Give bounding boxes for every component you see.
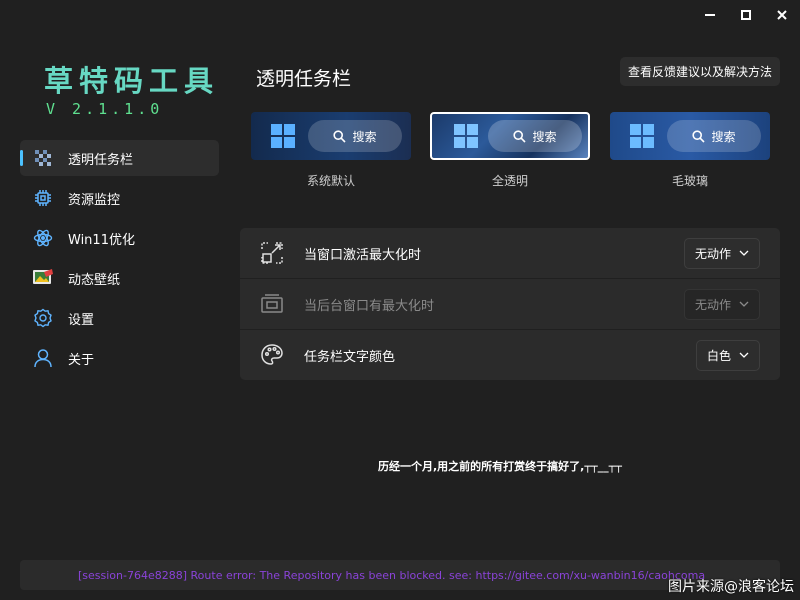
chevron-down-icon	[739, 250, 749, 256]
maximize-button[interactable]	[728, 0, 764, 30]
sidebar-item-label: 透明任务栏	[68, 152, 134, 168]
minimize-button[interactable]	[692, 0, 728, 30]
atom-icon	[32, 227, 54, 249]
gear-icon	[32, 307, 54, 329]
window-controls	[692, 0, 800, 30]
app-title: 草特码工具	[44, 64, 220, 98]
dropdown-value: 无动作	[695, 247, 732, 261]
preview-frosted-glass[interactable]: 搜索	[610, 112, 770, 160]
sidebar-item-label: Win11优化	[68, 232, 135, 248]
preview-full-transparent[interactable]: 搜索	[430, 112, 590, 160]
sidebar-nav: 透明任务栏 资源监控 Win11优化 动态壁纸 设置 关于	[20, 140, 219, 380]
setting-label: 当后台窗口有最大化时	[304, 298, 435, 314]
preview-system-default[interactable]: 搜索	[251, 112, 411, 160]
preview-search-box: 搜索	[667, 120, 761, 152]
setting-row-text-color: 任务栏文字颜色 白色	[240, 330, 780, 380]
chevron-down-icon	[739, 352, 749, 358]
palette-icon	[261, 344, 283, 365]
background-maximized-dropdown[interactable]: 无动作	[684, 289, 760, 320]
preview-search-label: 搜索	[532, 129, 557, 144]
settings-panel: 当窗口激活最大化时 无动作 当后台窗口有最大化时 无动作 任务栏文字颜色 白色	[240, 228, 780, 380]
chip-icon	[32, 187, 54, 209]
sidebar-item-win11-optimize[interactable]: Win11优化	[20, 220, 219, 256]
text-color-dropdown[interactable]: 白色	[696, 340, 760, 371]
maximize-window-icon	[261, 242, 283, 264]
preview-search-label: 搜索	[711, 129, 736, 144]
maximize-icon	[741, 10, 751, 20]
sidebar-item-transparent-taskbar[interactable]: 透明任务栏	[20, 140, 219, 176]
status-error-text: [session-764e8288] Route error: The Repo…	[78, 569, 706, 582]
feedback-button[interactable]: 查看反馈建议以及解决方法	[620, 57, 780, 86]
setting-label: 当窗口激活最大化时	[304, 247, 422, 263]
status-bar: [session-764e8288] Route error: The Repo…	[20, 560, 780, 590]
taskbar-icon	[32, 147, 54, 169]
close-button[interactable]	[764, 0, 800, 30]
watermark: 图片来源@浪客论坛	[668, 579, 794, 595]
close-icon	[777, 10, 787, 20]
preview-label: 全透明	[491, 174, 528, 188]
dropdown-value: 无动作	[695, 298, 732, 312]
windows-logo-icon	[454, 124, 478, 148]
setting-label: 任务栏文字颜色	[304, 349, 396, 365]
setting-row-active-maximized: 当窗口激活最大化时 无动作	[240, 228, 780, 278]
search-icon	[513, 129, 527, 143]
sidebar-item-about[interactable]: 关于	[20, 340, 219, 376]
preview-search-box: 搜索	[488, 120, 582, 152]
sidebar-item-label: 关于	[68, 352, 95, 368]
minimize-icon	[705, 14, 715, 16]
sidebar-item-resource-monitor[interactable]: 资源监控	[20, 180, 219, 216]
active-maximized-dropdown[interactable]: 无动作	[684, 238, 760, 269]
sidebar-item-dynamic-wallpaper[interactable]: 动态壁纸	[20, 260, 219, 296]
windows-logo-icon	[271, 124, 295, 148]
setting-row-background-maximized: 当后台窗口有最大化时 无动作	[240, 279, 780, 329]
background-window-icon	[261, 294, 283, 313]
sidebar-item-label: 资源监控	[68, 192, 121, 208]
page-title: 透明任务栏	[256, 68, 352, 90]
dropdown-value: 白色	[707, 349, 732, 363]
user-icon	[32, 347, 54, 369]
overlay-message: 历经一个月,用之前的所有打赏终于搞好了,┬┬__┬┬	[378, 460, 622, 473]
preview-search-box: 搜索	[308, 120, 402, 152]
sidebar-item-label: 动态壁纸	[68, 272, 121, 288]
sidebar: 草特码工具 V 2.1.1.0 透明任务栏 资源监控 Win11优化 动态壁纸 …	[0, 0, 230, 560]
app-version: V 2.1.1.0	[46, 100, 164, 118]
search-icon	[692, 129, 706, 143]
preview-label: 毛玻璃	[671, 174, 708, 188]
search-icon	[333, 129, 347, 143]
chevron-down-icon	[739, 301, 749, 307]
windows-logo-icon	[630, 124, 654, 148]
preview-label: 系统默认	[306, 174, 355, 188]
wallpaper-icon	[32, 267, 54, 289]
sidebar-item-label: 设置	[68, 312, 95, 328]
preview-search-label: 搜索	[352, 129, 377, 144]
sidebar-item-settings[interactable]: 设置	[20, 300, 219, 336]
